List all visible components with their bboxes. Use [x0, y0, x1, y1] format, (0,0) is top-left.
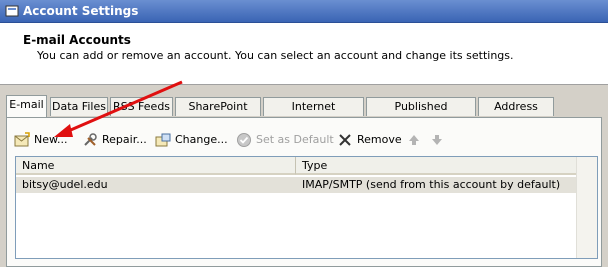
tab-rss-feeds[interactable]: RSS Feeds — [110, 97, 173, 116]
column-header-type[interactable]: Type — [296, 157, 577, 175]
table-row[interactable]: bitsy@udel.edu IMAP/SMTP (send from this… — [16, 177, 576, 193]
checkmark-circle-icon — [237, 133, 251, 147]
repair-tools-icon — [84, 133, 97, 146]
tab-rss-feeds-label: RSS Feeds — [112, 100, 171, 113]
column-header-name[interactable]: Name — [16, 157, 296, 175]
tab-email[interactable]: E-mail — [6, 95, 47, 117]
remove-x-icon — [339, 134, 351, 146]
remove-button-label: Remove — [357, 133, 402, 146]
window-title: Account Settings — [23, 4, 139, 18]
set-as-default-button[interactable]: Set as Default — [236, 131, 334, 149]
tab-published-calendars[interactable]: Published Calendars — [366, 97, 476, 131]
column-header-type-label: Type — [302, 159, 328, 172]
page-title: E-mail Accounts — [23, 33, 131, 47]
account-type-cell: IMAP/SMTP (send from this account by def… — [302, 178, 561, 191]
new-button[interactable]: New... — [14, 131, 70, 149]
set-as-default-label: Set as Default — [256, 133, 334, 146]
vertical-scrollbar[interactable] — [576, 157, 597, 258]
new-mail-icon — [14, 132, 30, 147]
change-account-icon — [155, 133, 171, 147]
arrow-up-icon — [409, 135, 419, 145]
tab-data-files[interactable]: Data Files — [50, 97, 108, 116]
remove-button[interactable]: Remove — [337, 131, 402, 149]
tab-internet-calendars[interactable]: Internet Calendars — [263, 97, 364, 131]
move-down-button[interactable] — [429, 131, 445, 149]
change-button[interactable]: Change... — [155, 131, 228, 149]
account-list: Name Type bitsy@udel.edu IMAP/SMTP (send… — [15, 156, 598, 259]
arrow-down-icon — [432, 135, 442, 145]
change-button-label: Change... — [175, 133, 228, 146]
tab-email-label: E-mail — [9, 98, 44, 111]
tab-data-files-label: Data Files — [52, 100, 106, 113]
move-up-button[interactable] — [406, 131, 422, 149]
new-button-label: New... — [34, 133, 68, 146]
settings-window-icon — [5, 5, 19, 17]
repair-button-label: Repair... — [102, 133, 147, 146]
repair-button[interactable]: Repair... — [82, 131, 148, 149]
tab-sharepoint-lists[interactable]: SharePoint Lists — [175, 97, 261, 131]
account-name-cell: bitsy@udel.edu — [22, 178, 108, 191]
page-subtitle: You can add or remove an account. You ca… — [37, 49, 514, 62]
page-header: E-mail Accounts You can add or remove an… — [0, 23, 608, 85]
column-header-name-label: Name — [22, 159, 55, 172]
title-bar: Account Settings — [0, 0, 608, 23]
tab-address-books[interactable]: Address Books — [478, 97, 554, 131]
